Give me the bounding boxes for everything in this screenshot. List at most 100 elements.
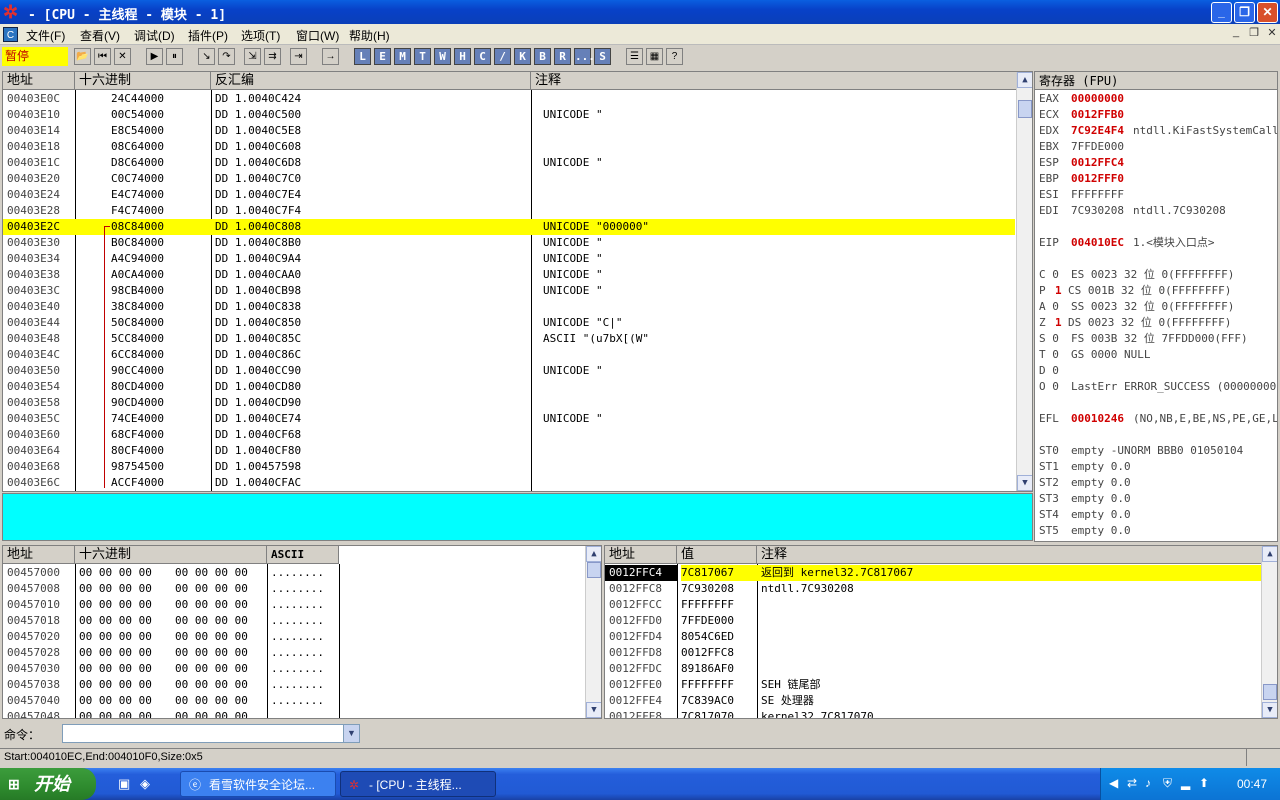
disasm-row[interactable]: 00403E68 98754500 DD 1.00457598 — [3, 459, 1015, 475]
stack-row[interactable]: 0012FFC4 7C817067 返回到 kernel32.7C817067 — [605, 565, 1261, 581]
disasm-row[interactable]: 00403E3C 98CB4000 DD 1.0040CB98 UNICODE " — [3, 283, 1015, 299]
run-trace-button[interactable]: ... — [574, 48, 595, 65]
stack-row[interactable]: 0012FFE4 7C839AC0 SE 处理器 — [605, 693, 1261, 709]
register-line[interactable]: ESI FFFFFFFF — [1035, 187, 1277, 203]
register-line[interactable]: EDI 7C930208 ntdll.7C930208 — [1035, 203, 1277, 219]
register-line[interactable]: ST5 empty 0.0 — [1035, 523, 1277, 539]
task-browser[interactable]: ⓔ 看雪软件安全论坛... — [180, 771, 336, 797]
memory-window-button[interactable]: M — [394, 48, 411, 65]
list-icon[interactable]: ☰ — [626, 48, 643, 65]
disasm-row[interactable]: 00403E2C 08C84000 DD 1.0040C808 UNICODE "00… — [3, 219, 1015, 235]
scroll-down-icon[interactable]: ▼ — [1017, 475, 1032, 491]
register-line[interactable]: T 0 GS 0000 NULL — [1035, 347, 1277, 363]
disasm-row[interactable]: 00403E1C D8C64000 DD 1.0040C6D8 UNICODE " — [3, 155, 1015, 171]
goto-icon[interactable]: → — [322, 48, 339, 65]
call-stack-button[interactable]: K — [514, 48, 531, 65]
mdi-restore-icon[interactable]: ❐ — [1246, 26, 1262, 42]
tray-volume-icon[interactable]: ♪ — [1145, 776, 1151, 790]
disasm-row[interactable]: 00403E30 B0C84000 DD 1.0040C8B0 UNICODE " — [3, 235, 1015, 251]
breakpoints-window-button[interactable]: B — [534, 48, 551, 65]
disasm-col-disasm[interactable]: 反汇编 — [211, 72, 531, 90]
command-input[interactable]: ▼ — [62, 724, 360, 743]
pause-icon[interactable]: ⏸ — [166, 48, 183, 65]
register-line[interactable]: Z1 DS 0023 32 位 0(FFFFFFFF) — [1035, 315, 1277, 331]
dump-row[interactable]: 00457038 00 00 00 00 00 00 00 00........ — [3, 677, 583, 693]
register-line[interactable] — [1035, 251, 1277, 267]
cpu-window-button[interactable]: C — [474, 48, 491, 65]
disasm-row[interactable]: 00403E4C 6CC84000 DD 1.0040C86C — [3, 347, 1015, 363]
register-line[interactable] — [1035, 395, 1277, 411]
stack-row[interactable]: 0012FFDC 89186AF0 — [605, 661, 1261, 677]
dump-row[interactable]: 00457040 00 00 00 00 00 00 00 00........ — [3, 693, 583, 709]
rewind-icon[interactable]: ⏮ — [94, 48, 111, 65]
options-grid-icon[interactable]: ▦ — [646, 48, 663, 65]
disasm-row[interactable]: 00403E0C 24C44000 DD 1.0040C424 — [3, 91, 1015, 107]
register-line[interactable]: EIP 004010EC 1.<模块入口点> — [1035, 235, 1277, 251]
disasm-row[interactable]: 00403E28 F4C74000 DD 1.0040C7F4 — [3, 203, 1015, 219]
windows-window-button[interactable]: W — [434, 48, 451, 65]
stack-col-address[interactable]: 地址 — [605, 546, 677, 564]
disasm-row[interactable]: 00403E44 50C84000 DD 1.0040C850 UNICODE "C|… — [3, 315, 1015, 331]
disasm-row[interactable]: 00403E64 80CF4000 DD 1.0040CF80 — [3, 443, 1015, 459]
minimize-button[interactable]: _ — [1211, 2, 1232, 23]
disasm-row[interactable]: 00403E20 C0C74000 DD 1.0040C7C0 — [3, 171, 1015, 187]
stack-row[interactable]: 0012FFE8 7C817070 kernel32.7C817070 — [605, 709, 1261, 718]
disasm-row[interactable]: 00403E60 68CF4000 DD 1.0040CF68 — [3, 427, 1015, 443]
tray-security-icon[interactable]: ⛨ — [1163, 776, 1172, 791]
disasm-col-hex[interactable]: 十六进制 — [75, 72, 211, 90]
menu-file[interactable]: 文件(F) — [26, 27, 65, 44]
step-into-icon[interactable]: ↘ — [198, 48, 215, 65]
quicklaunch-icon[interactable]: ◈ — [140, 776, 150, 792]
registers-pane[interactable]: 寄存器 (FPU) EAX 00000000 ECX 0012FFB0 EDX 7C92E… — [1034, 71, 1278, 542]
dump-col-ascii[interactable]: ASCII — [267, 546, 339, 564]
stack-pane[interactable]: 地址 值 注释 0012FFC4 7C817067 返回到 kernel32.7C8… — [604, 545, 1278, 719]
dump-row[interactable]: 00457028 00 00 00 00 00 00 00 00........ — [3, 645, 583, 661]
trace-over-icon[interactable]: ⇉ — [264, 48, 281, 65]
dump-scrollbar[interactable]: ▲ ▼ — [585, 546, 601, 718]
tray-clock[interactable]: 00:47 — [1237, 777, 1267, 791]
disasm-row[interactable]: 00403E6C ACCF4000 DD 1.0040CFAC — [3, 475, 1015, 491]
dump-col-hex[interactable]: 十六进制 — [75, 546, 267, 564]
command-dropdown-icon[interactable]: ▼ — [343, 725, 359, 742]
disasm-row[interactable]: 00403E24 E4C74000 DD 1.0040C7E4 — [3, 187, 1015, 203]
register-line[interactable] — [1035, 219, 1277, 235]
disasm-col-address[interactable]: 地址 — [3, 72, 75, 90]
menu-view[interactable]: 查看(V) — [80, 27, 120, 44]
disasm-row[interactable]: 00403E58 90CD4000 DD 1.0040CD90 — [3, 395, 1015, 411]
register-line[interactable]: EBX 7FFDE000 — [1035, 139, 1277, 155]
menu-window[interactable]: 窗口(W) — [296, 27, 339, 44]
dump-row[interactable]: 00457030 00 00 00 00 00 00 00 00........ — [3, 661, 583, 677]
register-line[interactable]: P1 CS 001B 32 位 0(FFFFFFFF) — [1035, 283, 1277, 299]
stack-scroll-thumb[interactable] — [1263, 684, 1277, 700]
maximize-button[interactable]: ❐ — [1234, 2, 1255, 23]
register-line[interactable]: ST0 empty -UNORM BBB0 01050104 — [1035, 443, 1277, 459]
stack-row[interactable]: 0012FFD0 7FFDE000 — [605, 613, 1261, 629]
register-line[interactable]: ST3 empty 0.0 — [1035, 491, 1277, 507]
dump-scroll-thumb[interactable] — [587, 562, 601, 578]
execute-till-return-icon[interactable]: ⇥ — [290, 48, 307, 65]
stack-scroll-up-icon[interactable]: ▲ — [1262, 546, 1277, 562]
scroll-thumb[interactable] — [1018, 100, 1032, 118]
disasm-row[interactable]: 00403E14 E8C54000 DD 1.0040C5E8 — [3, 123, 1015, 139]
stack-row[interactable]: 0012FFC8 7C930208 ntdll.7C930208 — [605, 581, 1261, 597]
register-line[interactable]: EBP 0012FFF0 — [1035, 171, 1277, 187]
dump-row[interactable]: 00457018 00 00 00 00 00 00 00 00........ — [3, 613, 583, 629]
register-line[interactable]: ESP 0012FFC4 — [1035, 155, 1277, 171]
tray-signal-icon[interactable]: ▂ — [1181, 776, 1190, 790]
task-debugger[interactable]: ✲ - [CPU - 主线程... — [340, 771, 496, 797]
menu-plugins[interactable]: 插件(P) — [188, 27, 228, 44]
register-line[interactable]: ST2 empty 0.0 — [1035, 475, 1277, 491]
log-window-button[interactable]: L — [354, 48, 371, 65]
open-icon[interactable]: 📂 — [74, 48, 91, 65]
dump-row[interactable]: 00457000 00 00 00 00 00 00 00 00........ — [3, 565, 583, 581]
dump-pane[interactable]: 地址 十六进制 ASCII 00457000 00 00 00 00 00 00 0… — [2, 545, 602, 719]
cpu-window-icon[interactable]: C — [3, 27, 18, 42]
register-line[interactable]: ST6 empty 0.0 — [1035, 539, 1277, 541]
menu-debug[interactable]: 调试(D) — [134, 27, 175, 44]
trace-into-icon[interactable]: ⇲ — [244, 48, 261, 65]
register-line[interactable]: EFL 00010246 (NO,NB,E,BE,NS,PE,GE,LE) — [1035, 411, 1277, 427]
disasm-row[interactable]: 00403E50 90CC4000 DD 1.0040CC90 UNICODE " — [3, 363, 1015, 379]
register-line[interactable]: EDX 7C92E4F4 ntdll.KiFastSystemCallRet — [1035, 123, 1277, 139]
dump-scroll-down-icon[interactable]: ▼ — [586, 702, 601, 718]
menu-help[interactable]: 帮助(H) — [349, 27, 390, 44]
